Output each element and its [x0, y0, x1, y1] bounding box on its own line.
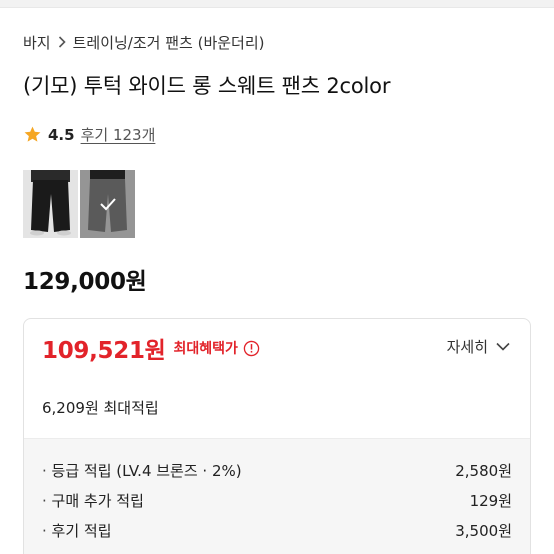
- breakdown-label: 등급 적립 (LV.4 브론즈 · 2%): [42, 460, 242, 481]
- top-divider: [0, 0, 554, 8]
- breakdown-value: 129원: [469, 491, 512, 510]
- info-icon[interactable]: [243, 340, 260, 357]
- accumulation-breakdown: 등급 적립 (LV.4 브론즈 · 2%) 2,580원 구매 추가 적립 12…: [24, 438, 530, 554]
- breadcrumb: 바지 트레이닝/조거 팬츠 (바운더리): [23, 32, 265, 53]
- breakdown-label: 구매 추가 적립: [42, 490, 144, 511]
- breakdown-row: 등급 적립 (LV.4 브론즈 · 2%) 2,580원: [42, 455, 512, 485]
- breakdown-label: 후기 적립: [42, 520, 112, 541]
- black-pants-image: [23, 170, 78, 238]
- chevron-right-icon: [58, 34, 66, 52]
- original-price: 129,000원: [23, 269, 147, 295]
- breakdown-row: 후기 적립 3,500원: [42, 515, 512, 545]
- breakdown-value: 2,580원: [455, 461, 512, 480]
- max-accumulation: 6,209원 최대적립: [24, 377, 530, 437]
- breakdown-row: 구매 추가 적립 129원: [42, 485, 512, 515]
- best-price: 109,521원: [42, 338, 166, 364]
- max-accumulation-text: 6,209원 최대적립: [42, 398, 159, 417]
- check-icon: [99, 198, 116, 211]
- chevron-down-icon: [496, 342, 510, 351]
- breakdown-value: 3,500원: [455, 521, 512, 540]
- rating-score: 4.5: [48, 125, 75, 144]
- details-label: 자세히: [446, 338, 488, 356]
- breadcrumb-subcategory[interactable]: 트레이닝/조거 팬츠 (바운더리): [73, 32, 265, 53]
- thumbnail-black[interactable]: [23, 170, 78, 238]
- product-rating: 4.5 후기 123개: [23, 124, 155, 145]
- product-title: (기모) 투턱 와이드 롱 스웨트 팬츠 2color: [23, 74, 391, 98]
- benefit-header: 109,521원 최대혜택가 자세히: [24, 319, 530, 377]
- reviews-link[interactable]: 후기 123개: [81, 124, 156, 145]
- thumbnail-list: [23, 170, 135, 238]
- thumbnail-gray[interactable]: [80, 170, 135, 238]
- breadcrumb-category[interactable]: 바지: [23, 32, 51, 53]
- benefit-card: 109,521원 최대혜택가 자세히 6,209원 최대적립 등급 적립 (LV…: [23, 318, 531, 554]
- details-toggle-button[interactable]: 자세히: [447, 336, 510, 357]
- star-icon: [24, 126, 41, 142]
- best-price-label: 최대혜택가: [173, 341, 238, 357]
